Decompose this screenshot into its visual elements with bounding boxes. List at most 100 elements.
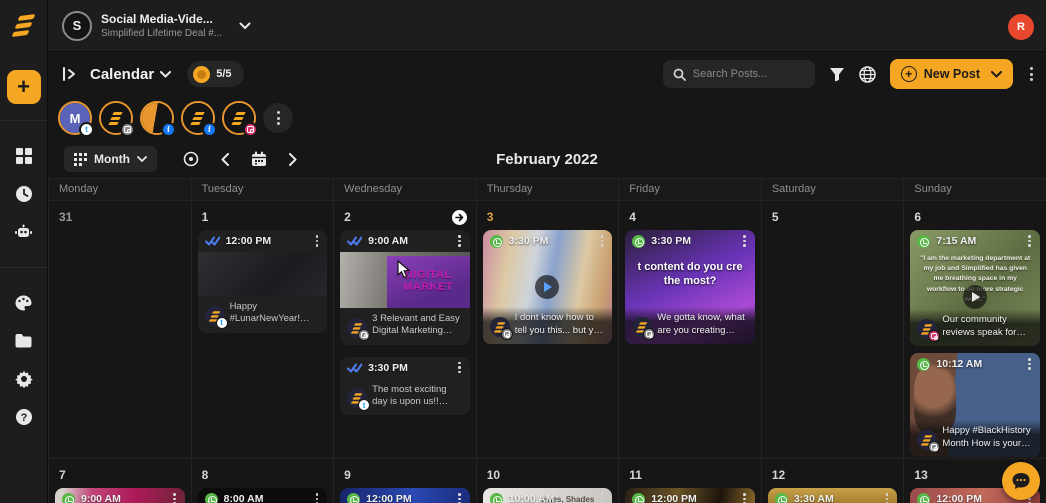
post-menu-icon[interactable] — [1026, 356, 1033, 372]
simplified-logo[interactable] — [0, 0, 47, 52]
post-menu-icon[interactable] — [456, 360, 463, 376]
date-number-today: 3 — [477, 201, 619, 230]
date-number: 4 — [619, 201, 761, 230]
post-card[interactable]: 12:00 PM — [340, 488, 470, 503]
post-card[interactable]: 7:15 AM "I am the marketing department a… — [910, 230, 1040, 346]
sidebar-item-design[interactable] — [7, 288, 41, 318]
calendar-cell-5[interactable]: 5 — [761, 200, 904, 458]
post-card[interactable]: 12:00 PM t Happy #LunarNewYear! 2022 is … — [198, 230, 328, 333]
facebook-badge-icon: f — [161, 122, 176, 137]
search-input[interactable] — [693, 68, 803, 80]
sidebar-item-recent[interactable] — [7, 179, 41, 209]
filter-icon[interactable] — [829, 67, 845, 82]
post-card[interactable]: 9:00 AM — [55, 488, 185, 503]
calendar-cell-31[interactable]: 31 — [48, 200, 191, 458]
published-check-icon — [347, 362, 362, 374]
post-card[interactable]: 3:30 PM I dont know how to tell you this… — [483, 230, 613, 344]
post-time: 9:00 AM — [368, 235, 408, 247]
twitter-badge-icon: t — [358, 399, 370, 411]
search-posts-box[interactable] — [663, 60, 815, 88]
chevron-down-icon — [137, 156, 147, 162]
post-time: 10:00 AM — [509, 493, 555, 503]
published-check-icon — [205, 235, 220, 247]
post-card[interactable]: 3:30 PM t content do you cre the most? W… — [625, 230, 755, 344]
calendar-cell-1[interactable]: 1 12:00 PM t Happy #LunarNewYear! 2022 i… — [191, 200, 334, 458]
account-avatar-facebook-page[interactable]: f — [140, 101, 174, 135]
post-menu-icon[interactable] — [456, 233, 463, 249]
workspace-avatar: S — [62, 11, 92, 41]
calendar-cell-11[interactable]: 11 12:00 PM — [618, 458, 761, 503]
calendar-icon[interactable] — [251, 151, 267, 167]
post-card[interactable]: 3:30 PM t The most exciting day is upon … — [340, 357, 470, 416]
sidebar-item-ai-assistant[interactable] — [7, 217, 41, 247]
post-menu-icon[interactable] — [741, 233, 748, 249]
post-menu-icon[interactable] — [314, 491, 321, 503]
account-avatar-instagram[interactable] — [99, 101, 133, 135]
post-menu-icon[interactable] — [171, 491, 178, 503]
post-menu-icon[interactable] — [456, 491, 463, 503]
post-card[interactable]: 10:00 AMHues, Shades — [483, 488, 613, 503]
calendar-cell-8[interactable]: 8 8:00 AM — [191, 458, 334, 503]
calendar-cell-3-today[interactable]: 3 3:30 PM I dont know how to tell you th… — [476, 200, 619, 458]
shared-indicator-icon — [452, 210, 467, 225]
palette-icon — [14, 294, 33, 312]
view-selector[interactable]: Month — [64, 146, 157, 172]
page-title-chevron-icon[interactable] — [160, 71, 171, 78]
calendar-cell-12[interactable]: 12 3:30 AM — [761, 458, 904, 503]
post-menu-icon[interactable] — [314, 233, 321, 249]
post-card[interactable]: 9:00 AM Digital Market 3 Relevant and Ea… — [340, 230, 470, 345]
sidebar-item-help[interactable]: ? — [7, 402, 41, 432]
new-post-button[interactable]: + New Post — [890, 59, 1013, 89]
post-time: 8:00 AM — [224, 493, 264, 503]
sidebar-item-dashboard[interactable] — [7, 141, 41, 171]
calendar-cell-2[interactable]: 2 9:00 AM Digital Market 3 Relevant and … — [333, 200, 476, 458]
calendar-cell-10[interactable]: 10 10:00 AMHues, Shades — [476, 458, 619, 503]
calendar-cell-9[interactable]: 9 12:00 PM — [333, 458, 476, 503]
calendar-cell-7[interactable]: 7 9:00 AM — [48, 458, 191, 503]
post-menu-icon[interactable] — [599, 233, 606, 249]
scheduled-clock-icon — [917, 493, 930, 503]
post-card[interactable]: 10:12 AM Happy #BlackHistory Month How i… — [910, 353, 1040, 457]
post-card[interactable]: 8:00 AM — [198, 488, 328, 503]
post-menu-icon[interactable] — [884, 491, 891, 503]
post-account-avatar — [347, 318, 367, 338]
date-number: 9 — [334, 459, 476, 488]
post-menu-icon[interactable] — [741, 491, 748, 503]
chat-support-button[interactable] — [1002, 462, 1040, 500]
account-avatar-instagram-2[interactable] — [222, 101, 256, 135]
post-menu-icon[interactable] — [1026, 233, 1033, 249]
post-menu-icon[interactable] — [599, 491, 606, 503]
collapse-panel-icon[interactable] — [62, 67, 78, 81]
sidebar-item-settings[interactable] — [7, 364, 41, 394]
page-menu-icon[interactable] — [1027, 64, 1036, 84]
scheduled-clock-icon — [490, 235, 503, 248]
post-time: 12:00 PM — [651, 493, 697, 503]
post-card[interactable]: 3:30 AM — [768, 488, 898, 503]
today-target-icon[interactable] — [183, 151, 199, 167]
post-account-avatar — [632, 317, 652, 337]
scheduled-clock-icon — [917, 235, 930, 248]
account-avatar-twitter[interactable]: M t — [58, 101, 92, 135]
user-avatar[interactable]: R — [1008, 14, 1034, 40]
calendar-cell-6[interactable]: 6 7:15 AM "I am the marketing department… — [903, 200, 1046, 458]
play-icon[interactable] — [963, 285, 987, 309]
post-time: 12:00 PM — [366, 493, 412, 503]
account-avatar-facebook[interactable]: f — [181, 101, 215, 135]
scheduled-clock-icon — [775, 493, 788, 503]
post-time: 3:30 PM — [651, 235, 691, 247]
post-caption: 3 Relevant and Easy Digital Marketing St… — [372, 313, 463, 338]
next-month-icon[interactable] — [289, 153, 297, 166]
accounts-menu-icon[interactable] — [263, 103, 293, 133]
prev-month-icon[interactable] — [221, 153, 229, 166]
date-number: 8 — [192, 459, 334, 488]
globe-icon[interactable] — [859, 66, 876, 83]
workspace-selector[interactable]: S Social Media-Vide... Simplified Lifeti… — [48, 11, 251, 41]
post-card[interactable]: 12:00 PM — [625, 488, 755, 503]
calendar-cell-4[interactable]: 4 3:30 PM t content do you cre the most?… — [618, 200, 761, 458]
day-header: Monday — [48, 179, 191, 200]
create-new-button[interactable]: + — [7, 70, 41, 104]
sidebar-item-files[interactable] — [7, 326, 41, 356]
credits-badge[interactable]: 5/5 — [187, 61, 243, 87]
top-bar: S Social Media-Vide... Simplified Lifeti… — [48, 0, 1046, 52]
play-icon[interactable] — [535, 275, 559, 299]
